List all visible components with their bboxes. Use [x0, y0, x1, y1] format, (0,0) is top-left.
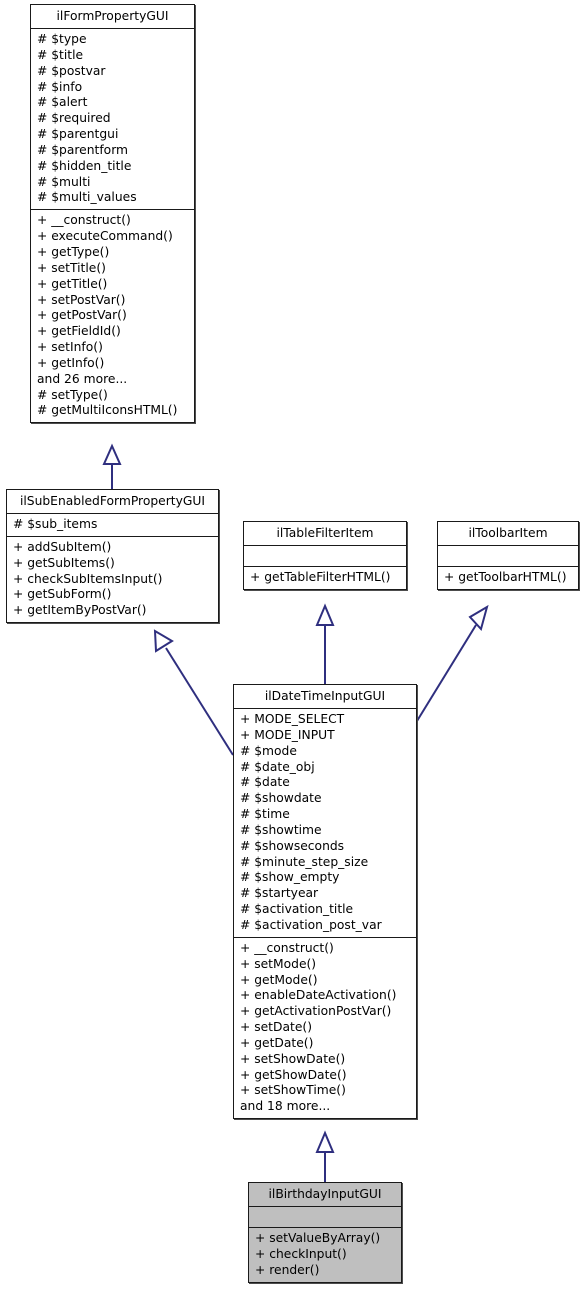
attribute-row: # $showtime [240, 822, 322, 837]
attribute-row: # $parentform [37, 142, 129, 157]
attribute-row: # $info [37, 79, 83, 94]
operation-row: + getShowDate() [240, 1067, 347, 1082]
attribute-row: # $multi_values [37, 190, 137, 205]
class-box-iltablefilteritem[interactable]: ilTableFilterItem + getTableFilterHTML() [243, 521, 407, 590]
operation-row: + getSubItems() [13, 555, 115, 570]
class-name-ilbirthdayinputgui: ilBirthdayInputGUI [268, 1187, 382, 1201]
operation-row: + getTitle() [37, 276, 108, 291]
class-box-ildatetimeinputgui[interactable]: ilDateTimeInputGUI + MODE_SELECT + MODE_… [233, 684, 417, 1120]
operation-row: + getDate() [240, 1035, 314, 1050]
attribute-row: # $parentgui [37, 127, 119, 142]
attribute-row: # $sub_items [13, 517, 98, 531]
operation-row: + getItemByPostVar() [13, 603, 147, 618]
attribute-row: # $show_empty [240, 870, 340, 885]
attribute-row: # $postvar [37, 63, 106, 78]
operation-row: + setPostVar() [37, 292, 126, 307]
class-name-ildatetimeinputgui: ilDateTimeInputGUI [264, 689, 386, 703]
class-name-ilformpropertygui: ilFormPropertyGUI [56, 9, 169, 23]
operation-row: + setMode() [240, 956, 317, 971]
class-operations-ildatetimeinputgui: + __construct() + setMode() + getMode() … [234, 938, 416, 1118]
operation-row: + render() [255, 1262, 320, 1277]
attribute-row: # $mode [240, 743, 297, 758]
operation-row: + getSubForm() [13, 587, 112, 602]
class-box-ilbirthdayinputgui[interactable]: ilBirthdayInputGUI + setValueByArray() +… [248, 1182, 402, 1283]
edge-subenabled-to-formproperty [102, 443, 122, 489]
operation-row: + setShowTime() [240, 1083, 346, 1098]
class-box-iltoolbaritem[interactable]: ilToolbarItem + getToolbarHTML() [437, 521, 579, 590]
class-box-ilformpropertygui[interactable]: ilFormPropertyGUI # $type # $title # $po… [30, 4, 195, 424]
class-attributes-ildatetimeinputgui: + MODE_SELECT + MODE_INPUT # $mode # $da… [234, 709, 416, 937]
class-box-ilsubenabledformpropertygui[interactable]: ilSubEnabledFormPropertyGUI # $sub_items… [6, 489, 219, 624]
attribute-row: # $date_obj [240, 759, 315, 774]
attribute-row: # $date [240, 775, 290, 790]
operation-row: + setShowDate() [240, 1051, 346, 1066]
attribute-row: # $alert [37, 95, 88, 110]
attribute-row: + MODE_SELECT [240, 712, 345, 726]
operation-row: # getMultiIconsHTML() [37, 403, 178, 418]
class-operations-ilformpropertygui: + __construct() + executeCommand() + get… [31, 210, 194, 422]
attribute-row: # $activation_title [240, 902, 354, 917]
class-operations-iltoolbaritem: + getToolbarHTML() [438, 567, 578, 589]
operation-row: + getPostVar() [37, 308, 127, 323]
class-name-ilsubenabledformpropertygui: ilSubEnabledFormPropertyGUI [19, 494, 206, 508]
operation-row: + getActivationPostVar() [240, 1004, 392, 1019]
class-name-iltablefilteritem: ilTableFilterItem [276, 526, 374, 540]
operation-row: + checkInput() [255, 1246, 347, 1261]
operation-row: + addSubItem() [13, 539, 112, 554]
operation-row: + setInfo() [37, 340, 103, 355]
operation-row: + setDate() [240, 1020, 312, 1035]
edge-datetime-to-tablefilteritem [315, 603, 335, 684]
operation-overflow-row: and 18 more... [240, 1099, 331, 1114]
operation-row: + getType() [37, 244, 110, 259]
attribute-row: # $minute_step_size [240, 854, 369, 869]
operation-row: + executeCommand() [37, 229, 173, 244]
attribute-row: # $type [37, 32, 87, 46]
class-attributes-iltablefilteritem [244, 546, 406, 566]
attribute-row: # $showseconds [240, 838, 345, 853]
attribute-row: # $startyear [240, 886, 319, 901]
edge-datetime-to-subenabled [153, 629, 234, 756]
operation-row: + setValueByArray() [255, 1231, 381, 1245]
attribute-row: # $activation_post_var [240, 917, 382, 932]
class-attributes-iltoolbaritem [438, 546, 578, 566]
attribute-row: + MODE_INPUT [240, 727, 335, 742]
attribute-row: # $multi [37, 174, 91, 189]
edge-birthday-to-datetime [315, 1130, 335, 1182]
operation-row: + enableDateActivation() [240, 988, 397, 1003]
operation-row: + getFieldId() [37, 324, 121, 339]
attribute-row: # $hidden_title [37, 158, 132, 173]
operation-row: + getMode() [240, 972, 318, 987]
uml-class-diagram: ilFormPropertyGUI # $type # $title # $po… [0, 0, 584, 1301]
class-operations-ilbirthdayinputgui: + setValueByArray() + checkInput() + ren… [249, 1228, 401, 1282]
class-attributes-ilformpropertygui: # $type # $title # $postvar # $info # $a… [31, 29, 194, 209]
class-attributes-ilbirthdayinputgui [249, 1207, 401, 1227]
attribute-row: # $required [37, 111, 111, 126]
operation-overflow-row: and 26 more... [37, 371, 128, 386]
class-attributes-ilsubenabledformpropertygui: # $sub_items [7, 514, 218, 536]
operation-row: + __construct() [240, 940, 334, 955]
operation-row: # setType() [37, 387, 108, 402]
attribute-row: # $time [240, 807, 290, 822]
operation-row: + getToolbarHTML() [444, 570, 567, 584]
class-operations-ilsubenabledformpropertygui: + addSubItem() + getSubItems() + checkSu… [7, 537, 218, 622]
class-name-iltoolbaritem: ilToolbarItem [468, 526, 548, 540]
attribute-row: # $showdate [240, 791, 322, 806]
class-operations-iltablefilteritem: + getTableFilterHTML() [244, 567, 406, 589]
operation-row: + __construct() [37, 213, 131, 228]
edge-datetime-to-toolbaritem [416, 604, 489, 722]
operation-row: + getTableFilterHTML() [250, 570, 391, 584]
operation-row: + checkSubItemsInput() [13, 571, 163, 586]
operation-row: + setTitle() [37, 260, 106, 275]
operation-row: + getInfo() [37, 355, 105, 370]
attribute-row: # $title [37, 47, 84, 62]
